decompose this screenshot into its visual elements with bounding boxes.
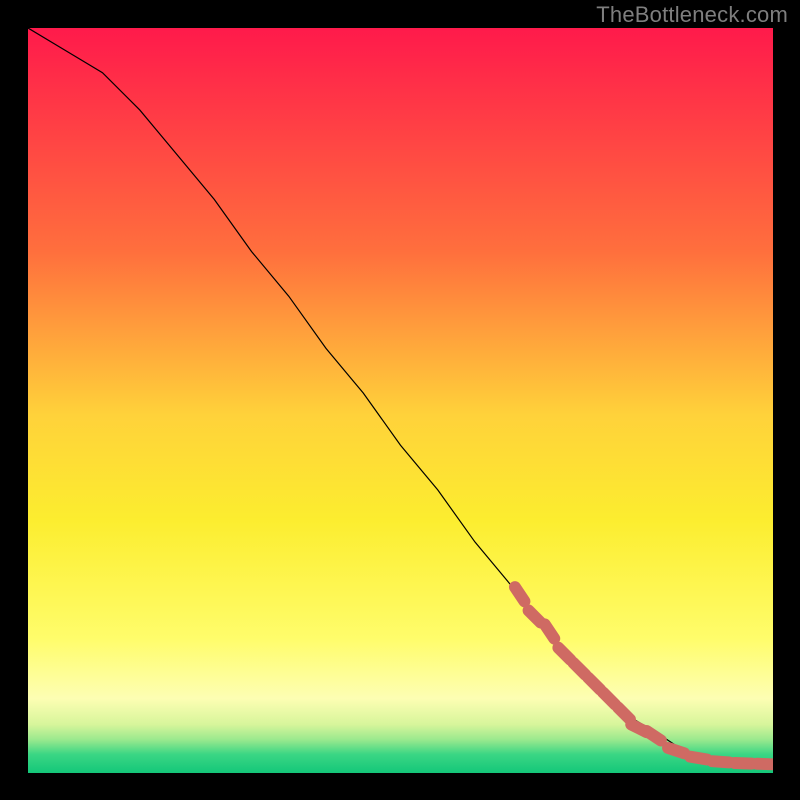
segment-bead: [712, 761, 729, 762]
plot-area: [28, 28, 773, 773]
watermark-text: TheBottleneck.com: [596, 2, 788, 28]
segment-bead: [735, 763, 752, 764]
chart-svg: [28, 28, 773, 773]
segment-bead: [757, 764, 773, 765]
segment-bead: [647, 731, 661, 741]
segment-bead: [545, 624, 555, 638]
segment-bead: [690, 757, 707, 760]
segment-bead: [515, 587, 525, 601]
segment-bead: [668, 748, 684, 753]
gradient-rect: [28, 28, 773, 773]
chart-frame: TheBottleneck.com: [0, 0, 800, 800]
